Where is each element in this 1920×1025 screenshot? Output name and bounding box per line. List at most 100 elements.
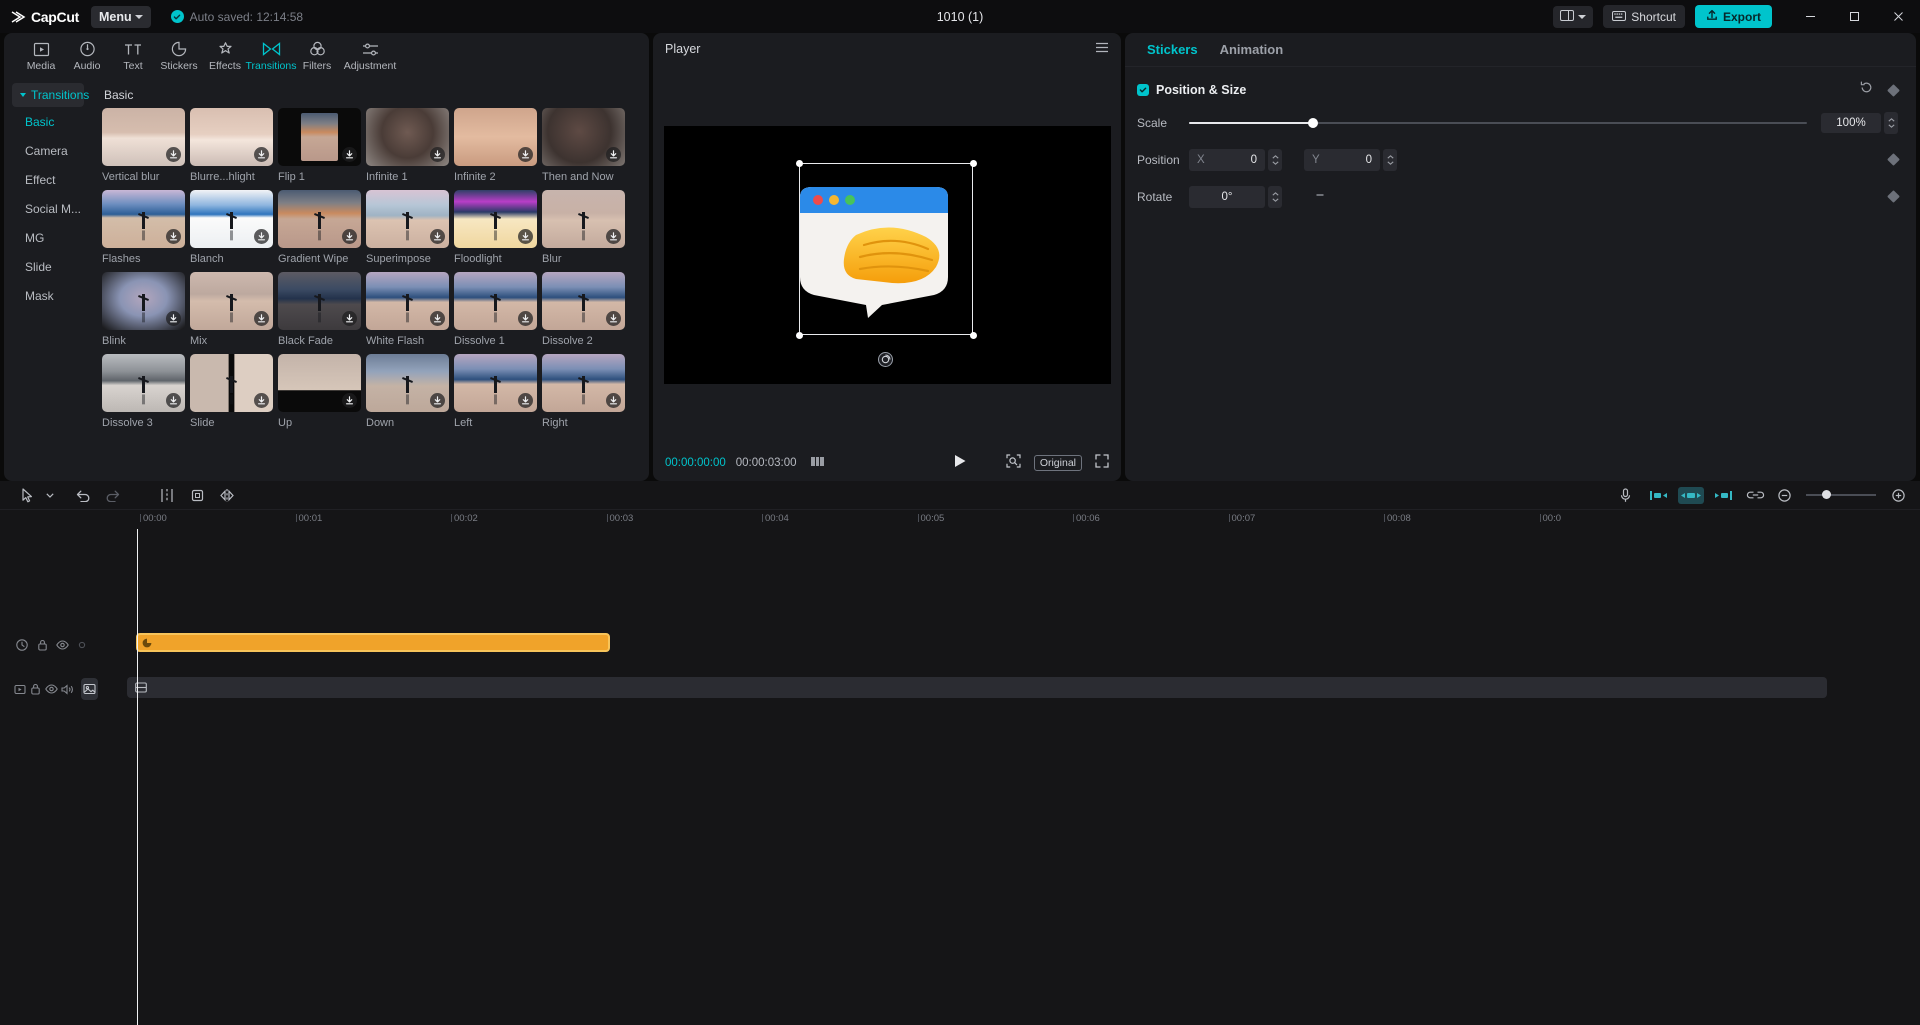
position-y-field[interactable]: Y 0 <box>1304 148 1380 171</box>
shortcut-button[interactable]: Shortcut <box>1603 5 1685 28</box>
download-icon[interactable] <box>430 147 445 162</box>
transition-tile[interactable]: Blanch <box>190 190 273 265</box>
layout-button[interactable] <box>1553 5 1594 28</box>
transition-thumbnail[interactable] <box>190 190 273 248</box>
rotate-icon[interactable] <box>877 352 893 367</box>
zoom-out-icon[interactable] <box>1774 481 1794 510</box>
sidebar-item-effect[interactable]: Effect <box>4 165 92 194</box>
transition-thumbnail[interactable] <box>542 108 625 166</box>
align-right-icon[interactable] <box>1710 487 1736 504</box>
close-button[interactable] <box>1876 0 1920 33</box>
transition-tile[interactable]: Infinite 2 <box>454 108 537 183</box>
transition-thumbnail[interactable] <box>278 190 361 248</box>
transition-tile[interactable]: Black Fade <box>278 272 361 347</box>
transition-tile[interactable]: Dissolve 2 <box>542 272 625 347</box>
crop-icon[interactable] <box>182 481 212 510</box>
mute-track-icon[interactable] <box>12 679 28 699</box>
tab-effects[interactable]: Effects <box>202 40 248 72</box>
main-clip[interactable] <box>127 677 1827 698</box>
minimize-button[interactable] <box>1788 0 1832 33</box>
transition-thumbnail[interactable] <box>102 108 185 166</box>
transition-thumbnail[interactable] <box>190 108 273 166</box>
resize-handle-tl[interactable] <box>795 160 803 167</box>
transition-tile[interactable]: Gradient Wipe <box>278 190 361 265</box>
transition-thumbnail[interactable] <box>102 354 185 412</box>
timeline-ruler[interactable]: 00:00 00:01 00:02 00:03 00:04 00:05 00:06 00:07… <box>0 510 1920 529</box>
thumbnail-toggle-icon[interactable] <box>80 678 98 700</box>
download-icon[interactable] <box>606 393 621 408</box>
transition-thumbnail[interactable] <box>102 272 185 330</box>
menu-button[interactable]: Menu <box>90 5 151 28</box>
ratio-button[interactable]: Original <box>1033 455 1082 471</box>
tool-dropdown-chevron-down-icon[interactable] <box>42 481 58 510</box>
frames-icon[interactable] <box>810 454 824 472</box>
download-icon[interactable] <box>342 229 357 244</box>
transition-thumbnail[interactable] <box>454 108 537 166</box>
transition-thumbnail[interactable] <box>190 354 273 412</box>
download-icon[interactable] <box>606 229 621 244</box>
download-icon[interactable] <box>166 229 181 244</box>
link-icon[interactable] <box>1742 487 1768 504</box>
sidebar-item-slide[interactable]: Slide <box>4 252 92 281</box>
download-icon[interactable] <box>518 311 533 326</box>
download-icon[interactable] <box>342 147 357 162</box>
sidebar-item-mg[interactable]: MG <box>4 223 92 252</box>
transition-tile[interactable]: Left <box>454 354 537 429</box>
position-y-stepper[interactable] <box>1383 148 1397 171</box>
eye-icon[interactable] <box>52 635 72 655</box>
transition-thumbnail[interactable] <box>102 190 185 248</box>
tab-filters[interactable]: Filters <box>294 40 340 72</box>
play-icon[interactable] <box>954 454 967 473</box>
resize-handle-tr[interactable] <box>969 160 977 167</box>
download-icon[interactable] <box>518 147 533 162</box>
sidebar-item-camera[interactable]: Camera <box>4 136 92 165</box>
position-x-stepper[interactable] <box>1268 148 1282 171</box>
fit-screen-icon[interactable] <box>1006 453 1021 473</box>
timeline-zoom-slider[interactable] <box>1806 490 1876 499</box>
minus-icon[interactable] <box>1314 188 1326 206</box>
transition-tile[interactable]: Flip 1 <box>278 108 361 183</box>
volume-icon[interactable] <box>60 679 76 699</box>
eye-icon[interactable] <box>44 679 60 699</box>
transition-tile[interactable]: Right <box>542 354 625 429</box>
transition-tile[interactable]: Then and Now <box>542 108 625 183</box>
download-icon[interactable] <box>254 229 269 244</box>
sidebar-item-social-media[interactable]: Social M... <box>4 194 92 223</box>
tab-text[interactable]: Text <box>110 40 156 72</box>
undo-icon[interactable] <box>68 481 98 510</box>
rotate-stepper[interactable] <box>1268 185 1282 208</box>
transition-thumbnail[interactable] <box>454 272 537 330</box>
scale-slider[interactable] <box>1189 116 1807 130</box>
export-button[interactable]: Export <box>1694 5 1772 28</box>
download-icon[interactable] <box>606 147 621 162</box>
sidebar-group-transitions[interactable]: Transitions <box>12 83 89 107</box>
lock-icon[interactable] <box>28 679 44 699</box>
reset-icon[interactable] <box>1860 81 1873 99</box>
main-track-body[interactable] <box>98 677 1920 701</box>
download-icon[interactable] <box>430 229 445 244</box>
fullscreen-icon[interactable] <box>1095 453 1109 473</box>
transition-thumbnail[interactable] <box>278 272 361 330</box>
download-icon[interactable] <box>166 147 181 162</box>
transition-thumbnail[interactable] <box>366 272 449 330</box>
transition-tile[interactable]: Blur <box>542 190 625 265</box>
download-icon[interactable] <box>606 311 621 326</box>
microphone-icon[interactable] <box>1610 481 1640 510</box>
rotate-field[interactable]: 0° <box>1189 185 1265 208</box>
transition-thumbnail[interactable] <box>454 354 537 412</box>
tab-adjustment[interactable]: Adjustment <box>340 40 400 72</box>
download-icon[interactable] <box>254 393 269 408</box>
mirror-icon[interactable] <box>212 481 242 510</box>
tab-media[interactable]: Media <box>18 40 64 72</box>
position-size-checkbox[interactable] <box>1137 84 1149 96</box>
transition-thumbnail[interactable] <box>454 190 537 248</box>
resize-handle-bl[interactable] <box>795 332 803 339</box>
download-icon[interactable] <box>342 311 357 326</box>
transition-thumbnail[interactable] <box>366 108 449 166</box>
transition-tile[interactable]: Vertical blur <box>102 108 185 183</box>
download-icon[interactable] <box>430 311 445 326</box>
tab-stickers-properties[interactable]: Stickers <box>1147 42 1198 57</box>
rotate-keyframe-icon[interactable] <box>1887 190 1900 203</box>
slider-knob[interactable] <box>1307 117 1318 128</box>
timeline-zoom-knob[interactable] <box>1822 490 1831 499</box>
